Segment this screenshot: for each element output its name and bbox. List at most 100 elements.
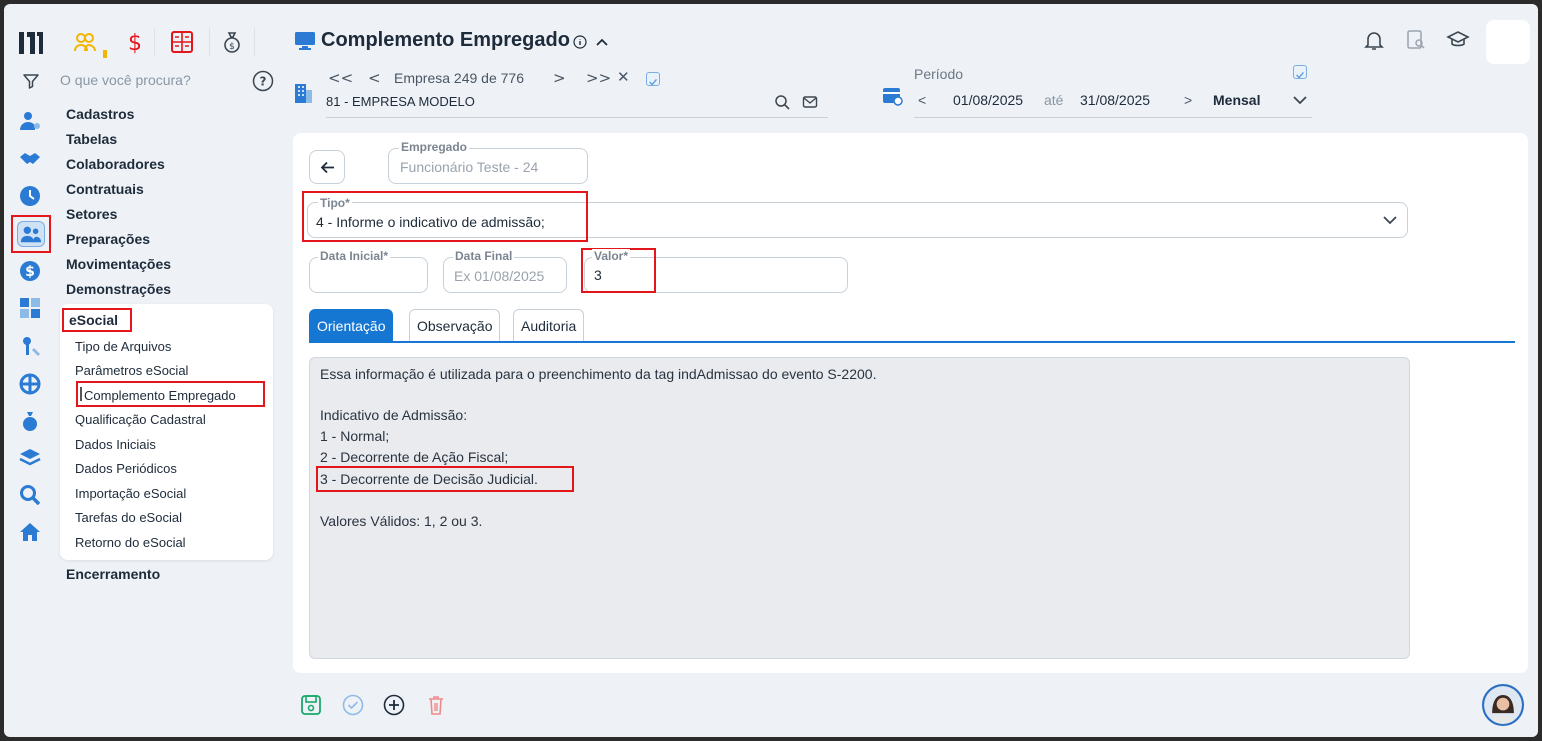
user-avatar[interactable] xyxy=(1486,20,1530,64)
menu-item-encerramento[interactable]: Encerramento xyxy=(66,566,160,582)
orientacao-text: Valores Válidos: 1, 2 ou 3. xyxy=(320,513,483,529)
search-icon[interactable] xyxy=(18,483,42,507)
active-indicator xyxy=(80,387,82,401)
valor-label: Valor* xyxy=(592,249,631,263)
rail-item-people-highlight[interactable] xyxy=(11,215,51,253)
menu-item-colaboradores[interactable]: Colaboradores xyxy=(66,156,165,172)
company-checkbox[interactable] xyxy=(646,72,660,86)
empresa-name[interactable]: 81 - EMPRESA MODELO xyxy=(326,94,475,109)
svg-text:?: ? xyxy=(260,75,267,89)
document-search-icon[interactable] xyxy=(1404,28,1428,52)
empresa-total: 776 xyxy=(500,70,524,86)
dollar-icon[interactable]: $ xyxy=(123,30,151,56)
submenu-item-parametros[interactable]: Parâmetros eSocial xyxy=(75,363,188,378)
help-icon[interactable]: ? xyxy=(252,70,274,92)
quick-divider xyxy=(254,28,255,56)
empresa-of: de xyxy=(481,70,497,86)
menu-item-cadastros[interactable]: Cadastros xyxy=(66,106,134,122)
empresa-label: Empresa xyxy=(394,70,451,86)
search-icon[interactable] xyxy=(774,94,790,110)
network-icon[interactable] xyxy=(18,372,42,396)
calculator-icon[interactable] xyxy=(18,296,42,320)
prev-period-button[interactable]: < xyxy=(918,92,926,108)
submenu-item-tipo-arquivos[interactable]: Tipo de Arquivos xyxy=(75,339,171,354)
next-company-button[interactable]: > xyxy=(553,69,566,87)
calculator-icon[interactable] xyxy=(170,30,198,56)
prev-company-button[interactable]: < xyxy=(368,69,381,87)
empresa-underline xyxy=(326,117,828,118)
calendar-icon[interactable] xyxy=(881,84,903,106)
quick-indicator xyxy=(103,50,107,58)
chevron-down-icon[interactable] xyxy=(1292,92,1308,108)
filter-icon[interactable] xyxy=(22,72,40,90)
info-icon[interactable] xyxy=(573,34,587,49)
submenu-item-dados-periodicos[interactable]: Dados Periódicos xyxy=(75,461,177,476)
menu-item-setores[interactable]: Setores xyxy=(66,206,117,222)
last-company-button[interactable]: >> xyxy=(586,69,611,87)
people-icon[interactable] xyxy=(73,30,101,56)
money-bag-icon[interactable] xyxy=(18,409,42,433)
submenu-item-tarefas[interactable]: Tarefas do eSocial xyxy=(75,510,182,525)
back-button[interactable] xyxy=(309,150,345,184)
data-final-placeholder: Ex 01/08/2025 xyxy=(454,268,545,284)
first-company-button[interactable]: << xyxy=(328,69,353,87)
chevron-down-icon[interactable] xyxy=(1382,212,1398,228)
menu-item-movimentacoes[interactable]: Movimentações xyxy=(66,256,171,272)
periodo-label: Período xyxy=(914,66,964,82)
empregado-label: Empregado xyxy=(399,140,470,154)
menu-item-contratuais[interactable]: Contratuais xyxy=(66,181,144,197)
app-window: $ $ $ O que você procura? ? Cadastros Ta… xyxy=(4,4,1538,737)
orientacao-panel xyxy=(309,357,1410,659)
handshake-icon[interactable] xyxy=(18,147,42,171)
icon-rail: $ xyxy=(4,4,54,737)
people-icon xyxy=(17,221,45,247)
periodo-checkbox[interactable] xyxy=(1293,65,1307,79)
valor-value: 3 xyxy=(594,267,602,283)
chevron-up-icon[interactable] xyxy=(594,34,610,50)
search-input[interactable]: O que você procura? xyxy=(60,72,191,88)
check-circle-icon[interactable] xyxy=(342,694,364,716)
menu-item-demonstracoes[interactable]: Demonstrações xyxy=(66,281,171,297)
tools-icon[interactable] xyxy=(18,334,42,358)
add-icon[interactable] xyxy=(383,694,405,716)
svg-text:$: $ xyxy=(229,42,235,52)
tab-auditoria[interactable]: Auditoria xyxy=(513,309,585,341)
period-start[interactable]: 01/08/2025 xyxy=(953,92,1023,108)
next-period-button[interactable]: > xyxy=(1184,92,1192,108)
tipo-label: Tipo* xyxy=(318,196,352,210)
tabs-underline xyxy=(309,341,1515,343)
tab-observacao[interactable]: Observação xyxy=(409,309,501,341)
orientacao-highlight xyxy=(316,466,574,492)
layers-icon[interactable] xyxy=(18,446,42,470)
menu-item-preparacoes[interactable]: Preparações xyxy=(66,231,150,247)
svg-text:$: $ xyxy=(128,31,142,54)
menu-item-tabelas[interactable]: Tabelas xyxy=(66,131,117,147)
save-icon[interactable] xyxy=(300,694,322,716)
submenu-item-dados-iniciais[interactable]: Dados Iniciais xyxy=(75,437,156,452)
money-bag-icon[interactable]: $ xyxy=(220,30,248,56)
dollar-coin-icon[interactable]: $ xyxy=(18,259,42,283)
submenu-item-qualificacao[interactable]: Qualificação Cadastral xyxy=(75,412,206,427)
mail-icon[interactable] xyxy=(802,94,818,110)
user-gear-icon[interactable] xyxy=(18,109,42,133)
clock-icon[interactable] xyxy=(18,184,42,208)
submenu-item-importacao[interactable]: Importação eSocial xyxy=(75,486,186,501)
submenu-item-retorno[interactable]: Retorno do eSocial xyxy=(75,535,186,550)
empresa-current: 249 xyxy=(453,70,478,86)
trash-icon[interactable] xyxy=(425,694,447,716)
empregado-value: Funcionário Teste - 24 xyxy=(400,159,539,175)
tab-orientacao[interactable]: Orientação xyxy=(309,309,394,341)
quick-divider xyxy=(154,28,155,56)
home-icon[interactable] xyxy=(18,520,42,544)
app-logo[interactable] xyxy=(18,30,46,56)
submenu-item-complemento-empregado[interactable]: Complemento Empregado xyxy=(84,388,236,403)
graduation-cap-icon[interactable] xyxy=(1446,28,1470,52)
svg-text:$: $ xyxy=(25,264,35,280)
assistant-avatar[interactable] xyxy=(1482,684,1524,726)
menu-item-esocial[interactable]: eSocial xyxy=(69,312,118,328)
bell-icon[interactable] xyxy=(1362,28,1386,52)
orientacao-text: 1 - Normal; xyxy=(320,428,390,444)
period-mode-select[interactable]: Mensal xyxy=(1213,92,1260,108)
period-end[interactable]: 31/08/2025 xyxy=(1080,92,1150,108)
close-icon[interactable]: ✕ xyxy=(617,68,630,86)
